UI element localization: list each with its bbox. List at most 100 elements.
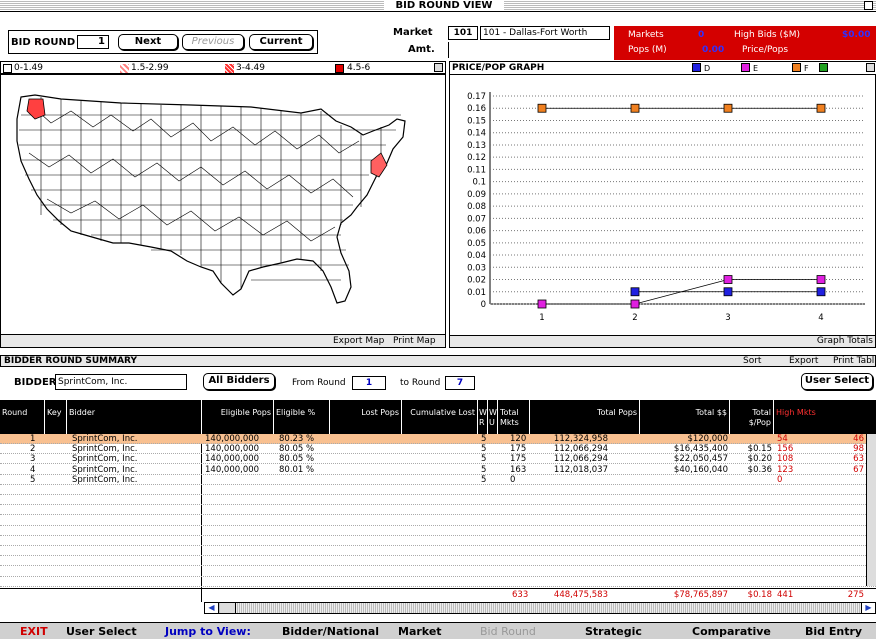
- col-total-mkts[interactable]: Total Mkts: [498, 400, 530, 434]
- x-tick-label: 4: [818, 313, 823, 323]
- exit-button[interactable]: EXIT: [20, 623, 48, 640]
- window-title: BID ROUND VIEW: [384, 0, 504, 11]
- y-tick-label: 0.12: [467, 153, 486, 163]
- cell-bidder: SprintCom, Inc.: [72, 434, 138, 444]
- bidder-national-button[interactable]: Bidder/National: [282, 623, 379, 640]
- market-number-field[interactable]: 101: [448, 26, 478, 40]
- table-body: 1 SprintCom, Inc. 140,000,000 80.23 % 5 120 11…: [0, 434, 876, 602]
- table-row[interactable]: [0, 505, 876, 516]
- user-select-button[interactable]: User Select: [801, 373, 873, 390]
- cell-elig: 140,000,000: [205, 444, 260, 455]
- bid-round-view-button[interactable]: Bid Round: [480, 623, 536, 640]
- table-row[interactable]: [0, 495, 876, 506]
- table-row[interactable]: 5 SprintCom, Inc. 5 0 0: [0, 475, 876, 485]
- legend-label-3: 3-4.49: [236, 63, 266, 73]
- sort-button[interactable]: Sort: [743, 356, 761, 367]
- cell-high: 54: [777, 434, 788, 444]
- table-row[interactable]: [0, 536, 876, 546]
- legend-swatch-3: [225, 64, 234, 73]
- export-map-button[interactable]: Export Map: [333, 336, 384, 346]
- table-row[interactable]: [0, 567, 876, 577]
- cell-pct: 80.05 %: [279, 454, 315, 465]
- cell-bidder: SprintCom, Inc.: [72, 444, 138, 455]
- table-row[interactable]: [0, 485, 876, 495]
- current-button[interactable]: Current: [249, 34, 313, 50]
- previous-button[interactable]: Previous: [182, 34, 244, 50]
- col-total-pops[interactable]: Total Pops: [530, 400, 640, 434]
- col-bidder[interactable]: Bidder: [67, 400, 202, 434]
- print-table-button[interactable]: Print Tabl: [833, 356, 874, 367]
- col-cumulative-lost[interactable]: Cumulative Lost: [402, 400, 478, 434]
- legend-swatch-1: [3, 64, 12, 73]
- amount-field[interactable]: [448, 42, 614, 58]
- scroll-thumb[interactable]: [220, 603, 236, 613]
- print-map-button[interactable]: Print Map: [393, 336, 436, 346]
- cell-perpop: $0.36: [747, 464, 772, 475]
- table-row[interactable]: [0, 556, 876, 567]
- market-name-field[interactable]: 101 - Dallas-Fort Worth: [480, 26, 610, 40]
- export-table-button[interactable]: Export: [789, 356, 818, 367]
- table-row[interactable]: 2 SprintCom, Inc. 140,000,000 80.05 % 5 175 11…: [0, 444, 876, 455]
- col-total-dollars[interactable]: Total $$: [640, 400, 730, 434]
- col-round[interactable]: Round: [0, 400, 45, 434]
- scroll-left-icon[interactable]: ◀: [205, 603, 219, 613]
- col-total-per-pop[interactable]: Total $/Pop: [730, 400, 774, 434]
- horizontal-scrollbar[interactable]: ◀ ▶: [204, 602, 876, 614]
- bid-entry-button[interactable]: Bid Entry: [805, 623, 862, 640]
- y-tick-label: 0.01: [467, 288, 486, 298]
- data-point-D: [816, 287, 826, 297]
- next-button[interactable]: Next: [118, 34, 178, 50]
- cell-elig: 140,000,000: [205, 434, 260, 444]
- total-per-pop: $0.18: [747, 590, 772, 600]
- y-tick-label: 0.14: [467, 129, 486, 139]
- data-point-F: [816, 103, 826, 113]
- legend-swatch-2: [120, 64, 129, 73]
- market-view-button[interactable]: Market: [398, 623, 442, 640]
- graph-legend-swatch-f: [792, 63, 801, 72]
- total-high: 441: [777, 590, 794, 600]
- strategic-view-button[interactable]: Strategic: [585, 623, 642, 640]
- us-map[interactable]: [1, 75, 445, 333]
- table-row[interactable]: [0, 577, 876, 587]
- cell-round: 2: [30, 444, 36, 455]
- col-high-mkts[interactable]: High Mkts: [774, 400, 818, 434]
- legend-zoom-icon[interactable]: [434, 63, 443, 72]
- cell-pct: 80.05 %: [279, 444, 315, 455]
- cell-high: 156: [777, 444, 794, 455]
- graph-legend-swatch-g: [819, 63, 828, 72]
- bid-round-field[interactable]: 1: [77, 35, 109, 49]
- cell-round: 1: [30, 434, 36, 444]
- graph-zoom-icon[interactable]: [866, 63, 875, 72]
- user-select-nav-button[interactable]: User Select: [66, 623, 137, 640]
- table-row[interactable]: 3 SprintCom, Inc. 140,000,000 80.05 % 5 175 11…: [0, 454, 876, 465]
- graph-totals-button[interactable]: Graph Totals: [817, 336, 873, 346]
- col-key[interactable]: Key: [45, 400, 67, 434]
- scroll-right-icon[interactable]: ▶: [861, 603, 875, 613]
- table-row[interactable]: [0, 546, 876, 557]
- bidder-field[interactable]: SprintCom, Inc.: [55, 374, 187, 390]
- table-row[interactable]: [0, 526, 876, 536]
- to-round-field[interactable]: 7: [445, 376, 475, 390]
- y-tick-label: 0.1: [472, 178, 486, 188]
- amt-label: Amt.: [408, 44, 435, 55]
- table-row[interactable]: 4 SprintCom, Inc. 140,000,000 80.01 % 5 163 11…: [0, 465, 876, 475]
- to-round-label: to Round: [400, 378, 441, 388]
- cell-extra: 98: [853, 444, 864, 455]
- col-wu[interactable]: W U: [488, 400, 498, 434]
- col-wr[interactable]: W R: [478, 400, 488, 434]
- col-lost-pops[interactable]: Lost Pops: [330, 400, 402, 434]
- map-panel: Export Map Print Map: [0, 74, 446, 348]
- markets-label: Markets: [628, 30, 664, 40]
- col-eligible-pct[interactable]: Eligible %: [274, 400, 330, 434]
- col-eligible-pops[interactable]: Eligible Pops: [202, 400, 274, 434]
- table-row[interactable]: [0, 516, 876, 526]
- table-scrollbar[interactable]: [866, 434, 876, 586]
- cell-pct: 80.23 %: [279, 434, 315, 444]
- pops-label: Pops (M): [628, 45, 667, 55]
- table-row[interactable]: 1 SprintCom, Inc. 140,000,000 80.23 % 5 120 11…: [0, 434, 876, 444]
- zoom-box-icon[interactable]: [864, 1, 873, 10]
- comparative-view-button[interactable]: Comparative: [692, 623, 771, 640]
- all-bidders-button[interactable]: All Bidders: [203, 373, 275, 390]
- total-dollars: $78,765,897: [673, 590, 728, 600]
- from-round-field[interactable]: 1: [352, 376, 386, 390]
